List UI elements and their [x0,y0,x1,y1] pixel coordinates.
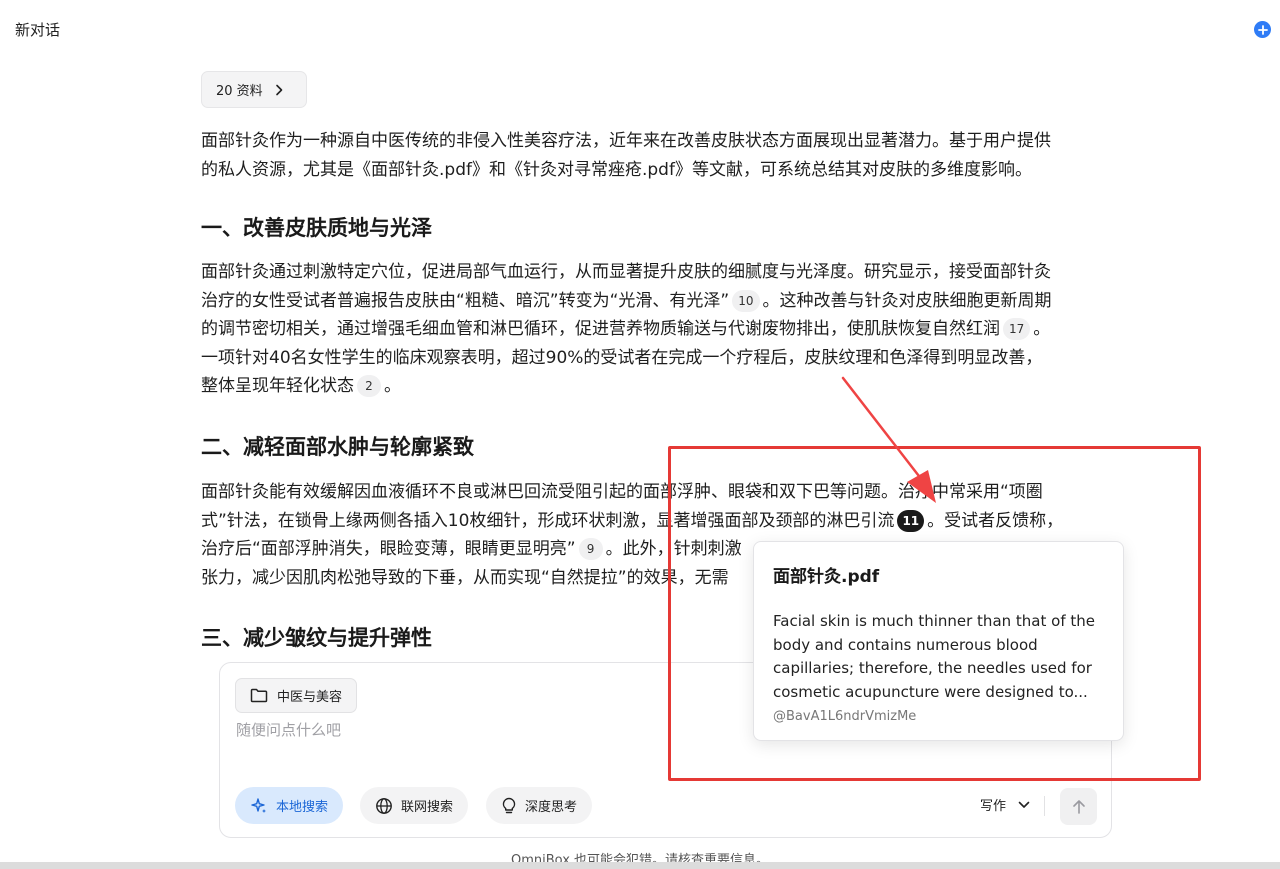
sources-label: 20 资料 [216,84,263,99]
folder-icon [250,688,268,703]
text-line: 面部针灸作为一种源自中医传统的非侵入性美容疗法，近年来在改善皮肤状态方面展现出显… [201,131,1051,151]
section-heading-2: 二、减轻面部水肿与轮廓紧致 [201,435,474,459]
text-line: 整体呈现年轻化状态 2。 [201,375,401,397]
message-input[interactable]: 随便问点什么吧 [236,719,341,740]
popover-title: 面部针灸.pdf [773,567,880,587]
popover-excerpt: Facial skin is much thinner than that of… [773,612,1095,701]
plus-icon [1257,24,1268,35]
lightbulb-icon [502,797,516,813]
arrow-up-icon [1072,799,1085,814]
citation-popover[interactable]: 面部针灸.pdf Facial skin is much thinner tha… [753,541,1124,741]
web-search-button[interactable]: 联网搜索 [360,787,469,824]
mode-label: 写作 [980,799,1007,814]
globe-icon [376,797,392,814]
local-search-button[interactable]: 本地搜索 [235,787,344,824]
section-heading-3: 三、减少皱纹与提升弹性 [201,626,432,650]
deep-think-label: 深度思考 [525,800,578,815]
bottom-bar [0,862,1280,869]
text-line: 的调节密切相关，通过增强毛细血管和淋巴循环，促进营养物质输送与代谢废物排出，使肌… [201,318,1051,340]
text-line: 一项针对40名女性学生的临床观察表明，超过90%的受试者在完成一个疗程后，皮肤纹… [201,347,1043,368]
knowledge-base-label: 中医与美容 [277,690,343,705]
local-search-label: 本地搜索 [276,800,329,815]
sources-button[interactable]: 20 资料 [201,71,307,108]
mode-select[interactable]: 写作 [980,795,1030,814]
web-search-label: 联网搜索 [401,800,454,815]
sparkle-icon [251,797,266,813]
citation-badge[interactable]: 2 [357,375,381,397]
citation-badge[interactable]: 10 [732,289,760,312]
new-chat-button[interactable] [1254,21,1271,38]
text-line: 面部针灸通过刺激特定穴位，促进局部气血运行，从而显著提升皮肤的细腻度与光泽度。研… [201,262,1051,282]
chevron-down-icon [1018,801,1030,808]
section-1-paragraph: 面部针灸通过刺激特定穴位，促进局部气血运行，从而显著提升皮肤的细腻度与光泽度。研… [201,258,1101,401]
divider [1044,796,1045,816]
deep-think-button[interactable]: 深度思考 [486,787,593,824]
intro-paragraph: 面部针灸作为一种源自中医传统的非侵入性美容疗法，近年来在改善皮肤状态方面展现出显… [201,127,1101,184]
page-title: 新对话 [15,21,61,39]
section-heading-1: 一、改善皮肤质地与光泽 [201,216,432,240]
chevron-right-icon [275,84,282,95]
knowledge-base-chip[interactable]: 中医与美容 [235,678,358,713]
send-button[interactable] [1060,788,1097,825]
text-line: 的私人资源，尤其是《面部针灸.pdf》和《针灸对寻常痤疮.pdf》等文献，可系统… [201,159,1032,180]
popover-source-id: @BavA1L6ndrVmizMe [773,709,917,724]
citation-badge[interactable]: 9 [578,538,603,560]
citation-badge[interactable]: 17 [1003,318,1031,340]
text-line: 治疗的女性受试者普遍报告皮肤由“粗糙、暗沉”转变为“光滑、有光泽” 10 。这种改善… [201,289,1052,312]
